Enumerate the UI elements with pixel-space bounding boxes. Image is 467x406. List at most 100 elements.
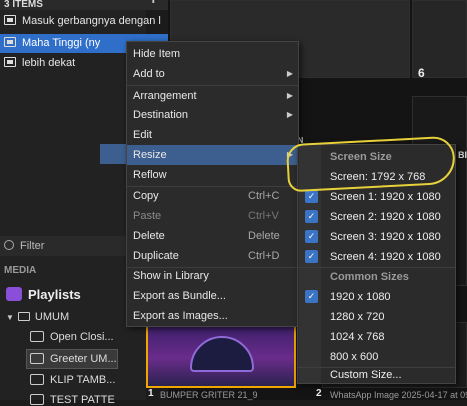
common-sizes-header: Common Sizes [330, 271, 409, 283]
shortcut-label: Delete [248, 230, 280, 242]
submenu-item-label: 800 x 600 [330, 351, 379, 363]
context-menu: Hide Item Add to ▶ Arrangement ▶ Destinati… [126, 41, 299, 327]
checkmark-icon: ✓ [305, 230, 318, 243]
menu-item-label: Paste [133, 210, 162, 222]
menu-item-label: Show in Library [133, 270, 209, 282]
slide-icon [4, 15, 16, 25]
menu-item-export-images[interactable]: Export as Images... [127, 306, 298, 326]
submenu-item-label: Screen 3: 1920 x 1080 [330, 231, 441, 243]
menu-item-label: Copy [133, 190, 159, 202]
submenu-item-screen-4[interactable]: ✓ Screen 4: 1920 x 1080 [298, 247, 455, 267]
menu-item-label: Edit [133, 129, 152, 141]
menu-item-destination[interactable]: Destination ▶ [127, 105, 298, 125]
menu-item-label: Hide Item [133, 48, 181, 60]
shortcut-label: Ctrl+V [248, 210, 279, 222]
chevron-right-icon: ▶ [286, 91, 293, 100]
submenu-item-screen-2[interactable]: ✓ Screen 2: 1920 x 1080 [298, 207, 455, 227]
menu-item-label: Add to [133, 68, 165, 80]
tree-item[interactable]: TEST PATTE [30, 394, 115, 406]
list-item-label: Maha Tinggi (ny [22, 37, 101, 49]
list-item-label: Masuk gerbangnya dengan l [22, 15, 161, 27]
slide-number: 6 [418, 66, 425, 80]
submenu-item-screen-3[interactable]: ✓ Screen 3: 1920 x 1080 [298, 227, 455, 247]
menu-item-hide-item[interactable]: Hide Item [127, 44, 298, 64]
menu-item-resize[interactable]: Resize ▶ [127, 145, 298, 165]
menu-item-arrangement[interactable]: Arrangement ▶ [127, 86, 298, 106]
slide-thumbnail-bumper[interactable] [146, 322, 296, 388]
submenu-item-custom-size[interactable]: Custom Size... [298, 365, 455, 385]
media-section-label: MEDIA [4, 265, 37, 276]
playlists-header[interactable]: Playlists [6, 287, 81, 302]
chevron-right-icon: ▶ [286, 110, 293, 119]
tree-item-label: Open Closi... [50, 331, 114, 343]
menu-item-label: Export as Bundle... [133, 290, 226, 302]
list-item-label: lebih dekat [22, 57, 76, 69]
chevron-down-icon: ▼ [6, 313, 14, 322]
menu-item-label: Arrangement [133, 90, 197, 102]
menu-item-add-to[interactable]: Add to ▶ [127, 64, 298, 84]
menu-item-edit[interactable]: Edit [127, 125, 298, 145]
checkmark-icon: ✓ [305, 210, 318, 223]
tree-item[interactable]: Open Closi... [30, 331, 114, 343]
image-icon [30, 374, 44, 385]
playlist-icon [6, 287, 22, 301]
menu-item-paste: Paste Ctrl+V [127, 206, 298, 226]
items-header: 3 ITEMS + [0, 0, 168, 10]
menu-item-reflow[interactable]: Reflow [127, 165, 298, 185]
tree-item[interactable]: KLIP TAMB... [30, 374, 115, 386]
submenu-item-800x600[interactable]: 800 x 600 [298, 347, 455, 367]
resize-highlight-extension [100, 144, 126, 164]
submenu-item-1280x720[interactable]: 1280 x 720 [298, 307, 455, 327]
folder-icon [17, 312, 30, 321]
submenu-item-label: Custom Size... [330, 369, 402, 381]
shortcut-label: Ctrl+D [248, 250, 280, 262]
menu-item-duplicate[interactable]: Duplicate Ctrl+D [127, 246, 298, 266]
tree-item-label: KLIP TAMB... [50, 374, 116, 386]
submenu-item-label: Screen 2: 1920 x 1080 [330, 211, 441, 223]
list-item[interactable]: Masuk gerbangnya dengan l [0, 12, 168, 31]
menu-item-show-in-library[interactable]: Show in Library [127, 266, 298, 286]
items-count: 3 ITEMS [4, 0, 43, 10]
menu-item-label: Duplicate [133, 250, 179, 262]
image-icon [30, 353, 44, 364]
submenu-item-label: Screen 4: 1920 x 1080 [330, 251, 441, 263]
tree-item-label: Greeter UM... [50, 353, 117, 365]
slide-number: 1 [148, 388, 154, 399]
stage-graphic [190, 336, 254, 372]
menu-item-copy[interactable]: Copy Ctrl+C [127, 186, 298, 206]
submenu-item-label: 1024 x 768 [330, 331, 385, 343]
submenu-item-1920x1080[interactable]: ✓ 1920 x 1080 [298, 287, 455, 307]
slide-caption: BUMPER GRITER 21_9 [160, 390, 258, 400]
tree-item-label: TEST PATTE [50, 394, 115, 406]
tree-item-selected[interactable]: Greeter UM... [26, 349, 118, 369]
checkmark-icon: ✓ [305, 190, 318, 203]
playlists-label: Playlists [28, 287, 81, 302]
menu-item-export-bundle[interactable]: Export as Bundle... [127, 286, 298, 306]
slide-icon [4, 57, 16, 67]
menu-item-label: Delete [133, 230, 165, 242]
checkmark-icon: ✓ [305, 290, 318, 303]
submenu-item-label: 1920 x 1080 [330, 291, 391, 303]
annotation-circle [285, 135, 457, 193]
image-icon [30, 331, 44, 342]
submenu-item-1024x768[interactable]: 1024 x 768 [298, 327, 455, 347]
submenu-item-label: 1280 x 720 [330, 311, 385, 323]
menu-item-label: Reflow [133, 169, 167, 181]
slide-text-fragment: BI [458, 150, 467, 160]
tree-folder-umum[interactable]: ▼ UMUM [6, 311, 69, 323]
menu-item-delete[interactable]: Delete Delete [127, 226, 298, 246]
menu-item-label: Export as Images... [133, 310, 228, 322]
filter-label: Filter [20, 240, 45, 252]
slide-number: 2 [316, 388, 322, 399]
chevron-right-icon: ▶ [286, 69, 293, 78]
add-icon[interactable]: + [149, 0, 158, 8]
filter-field[interactable]: Filter [0, 236, 146, 256]
shortcut-label: Ctrl+C [248, 190, 280, 202]
slide-caption: WhatsApp Image 2025-04-17 at 09. [330, 390, 467, 400]
slide-icon [4, 37, 16, 47]
filter-icon [4, 240, 14, 250]
menu-item-label: Destination [133, 109, 189, 121]
folder-label: UMUM [34, 311, 70, 323]
submenu-item-label: Screen 1: 1920 x 1080 [330, 191, 441, 203]
menu-item-label: Resize [133, 149, 167, 161]
